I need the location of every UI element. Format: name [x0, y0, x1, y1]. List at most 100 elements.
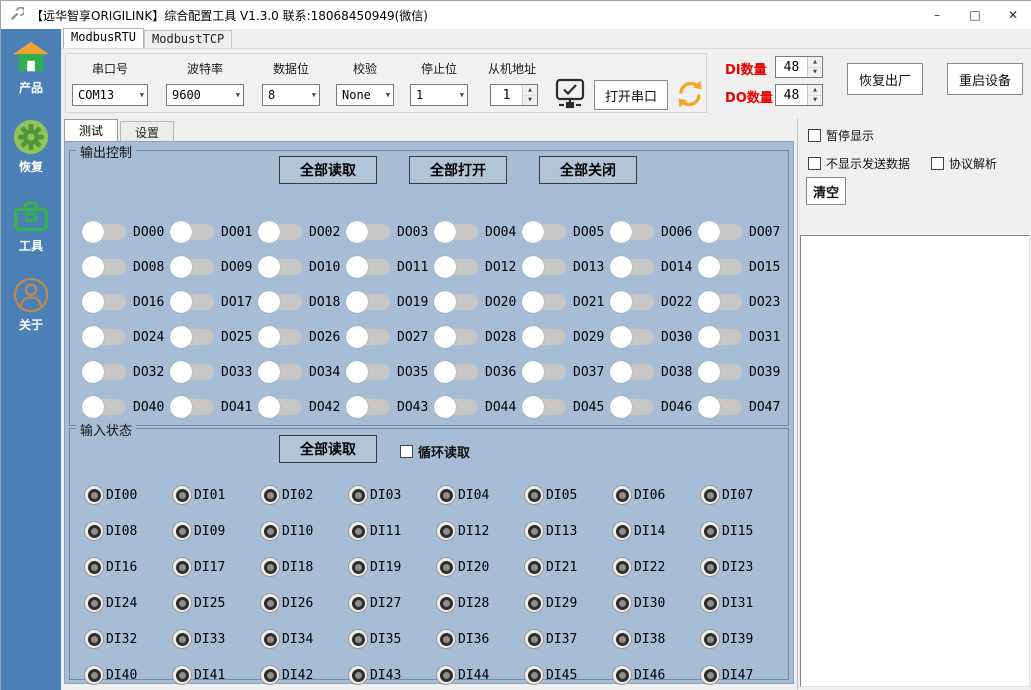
di-indicator[interactable]	[260, 521, 280, 541]
di-indicator[interactable]	[84, 593, 104, 613]
di-indicator[interactable]	[436, 521, 456, 541]
di-indicator[interactable]	[84, 665, 104, 685]
di-indicator[interactable]	[436, 557, 456, 577]
do-toggle-switch[interactable]	[260, 329, 302, 345]
do-toggle-switch[interactable]	[524, 364, 566, 380]
do-toggle-switch[interactable]	[348, 399, 390, 415]
do-toggle-switch[interactable]	[436, 364, 478, 380]
do-toggle-switch[interactable]	[84, 329, 126, 345]
do-toggle-switch[interactable]	[172, 259, 214, 275]
tab-modbus-tcp[interactable]: ModbustTCP	[144, 30, 232, 48]
sidebar-item-products[interactable]: 产品	[1, 39, 61, 96]
do-toggle-switch[interactable]	[524, 329, 566, 345]
do-toggle-switch[interactable]	[172, 364, 214, 380]
di-indicator[interactable]	[84, 629, 104, 649]
clear-log-button[interactable]: 清空	[806, 177, 846, 205]
di-indicator[interactable]	[612, 665, 632, 685]
stop-bits-select[interactable]: 1 ▼	[410, 84, 468, 106]
di-indicator[interactable]	[436, 629, 456, 649]
do-toggle-switch[interactable]	[524, 294, 566, 310]
di-indicator[interactable]	[348, 485, 368, 505]
di-indicator[interactable]	[700, 521, 720, 541]
di-indicator[interactable]	[700, 665, 720, 685]
di-indicator[interactable]	[348, 557, 368, 577]
do-toggle-switch[interactable]	[260, 399, 302, 415]
di-indicator[interactable]	[612, 593, 632, 613]
di-indicator[interactable]	[348, 665, 368, 685]
do-toggle-switch[interactable]	[84, 224, 126, 240]
do-toggle-switch[interactable]	[700, 259, 742, 275]
do-count-stepper[interactable]: 48 ▲▼	[775, 84, 823, 106]
baud-rate-select[interactable]: 9600 ▼	[166, 84, 244, 106]
do-toggle-switch[interactable]	[172, 224, 214, 240]
di-indicator[interactable]	[172, 629, 192, 649]
arrow-down-icon[interactable]: ▼	[523, 96, 537, 106]
data-bits-select[interactable]: 8 ▼	[262, 84, 320, 106]
do-toggle-switch[interactable]	[612, 224, 654, 240]
pause-display-checkbox[interactable]	[808, 129, 821, 142]
protocol-parse-checkbox[interactable]	[931, 157, 944, 170]
di-indicator[interactable]	[260, 593, 280, 613]
stepper-arrows[interactable]: ▲▼	[807, 57, 822, 77]
di-indicator[interactable]	[700, 557, 720, 577]
arrow-up-icon[interactable]: ▲	[523, 85, 537, 96]
di-indicator[interactable]	[436, 593, 456, 613]
di-indicator[interactable]	[260, 629, 280, 649]
do-toggle-switch[interactable]	[348, 329, 390, 345]
open-serial-button[interactable]: 打开串口	[594, 80, 668, 110]
do-toggle-switch[interactable]	[436, 329, 478, 345]
di-indicator[interactable]	[172, 665, 192, 685]
do-toggle-switch[interactable]	[612, 259, 654, 275]
do-toggle-switch[interactable]	[524, 259, 566, 275]
refresh-sync-icon[interactable]	[674, 78, 706, 114]
arrow-down-icon[interactable]: ▼	[808, 68, 822, 78]
do-toggle-switch[interactable]	[172, 329, 214, 345]
do-toggle-switch[interactable]	[84, 259, 126, 275]
sidebar-item-about[interactable]: 关于	[1, 276, 61, 333]
serial-port-select[interactable]: COM13 ▼	[72, 84, 148, 106]
di-indicator[interactable]	[260, 665, 280, 685]
log-output-area[interactable]	[800, 235, 1030, 687]
factory-reset-button[interactable]: 恢复出厂	[847, 63, 923, 95]
di-indicator[interactable]	[700, 629, 720, 649]
close-all-outputs-button[interactable]: 全部关闭	[539, 156, 637, 184]
di-indicator[interactable]	[524, 485, 544, 505]
di-indicator[interactable]	[260, 485, 280, 505]
do-toggle-switch[interactable]	[260, 259, 302, 275]
close-icon[interactable]: ✕	[994, 1, 1031, 29]
do-toggle-switch[interactable]	[524, 224, 566, 240]
do-toggle-switch[interactable]	[436, 224, 478, 240]
do-toggle-switch[interactable]	[700, 364, 742, 380]
di-count-stepper[interactable]: 48 ▲▼	[775, 56, 823, 78]
do-toggle-switch[interactable]	[436, 399, 478, 415]
do-toggle-switch[interactable]	[84, 364, 126, 380]
di-indicator[interactable]	[612, 521, 632, 541]
di-indicator[interactable]	[524, 665, 544, 685]
di-indicator[interactable]	[172, 485, 192, 505]
do-toggle-switch[interactable]	[348, 294, 390, 310]
sidebar-item-restore[interactable]: 恢复	[1, 118, 61, 175]
do-toggle-switch[interactable]	[700, 294, 742, 310]
do-toggle-switch[interactable]	[84, 294, 126, 310]
tab-test[interactable]: 测试	[64, 119, 118, 141]
di-indicator[interactable]	[612, 485, 632, 505]
do-toggle-switch[interactable]	[612, 294, 654, 310]
di-indicator[interactable]	[436, 485, 456, 505]
read-all-inputs-button[interactable]: 全部读取	[279, 435, 377, 463]
arrow-down-icon[interactable]: ▼	[808, 96, 822, 106]
do-toggle-switch[interactable]	[612, 329, 654, 345]
arrow-up-icon[interactable]: ▲	[808, 85, 822, 96]
di-indicator[interactable]	[436, 665, 456, 685]
slave-address-stepper[interactable]: 1 ▲▼	[490, 84, 538, 106]
do-toggle-switch[interactable]	[612, 399, 654, 415]
di-indicator[interactable]	[612, 629, 632, 649]
tab-modbus-rtu[interactable]: ModbusRTU	[63, 28, 144, 48]
di-indicator[interactable]	[700, 485, 720, 505]
do-toggle-switch[interactable]	[260, 294, 302, 310]
di-indicator[interactable]	[84, 521, 104, 541]
do-toggle-switch[interactable]	[436, 294, 478, 310]
di-indicator[interactable]	[524, 629, 544, 649]
maximize-icon[interactable]: □	[956, 1, 994, 29]
di-indicator[interactable]	[84, 557, 104, 577]
minimize-icon[interactable]: –	[918, 1, 956, 29]
